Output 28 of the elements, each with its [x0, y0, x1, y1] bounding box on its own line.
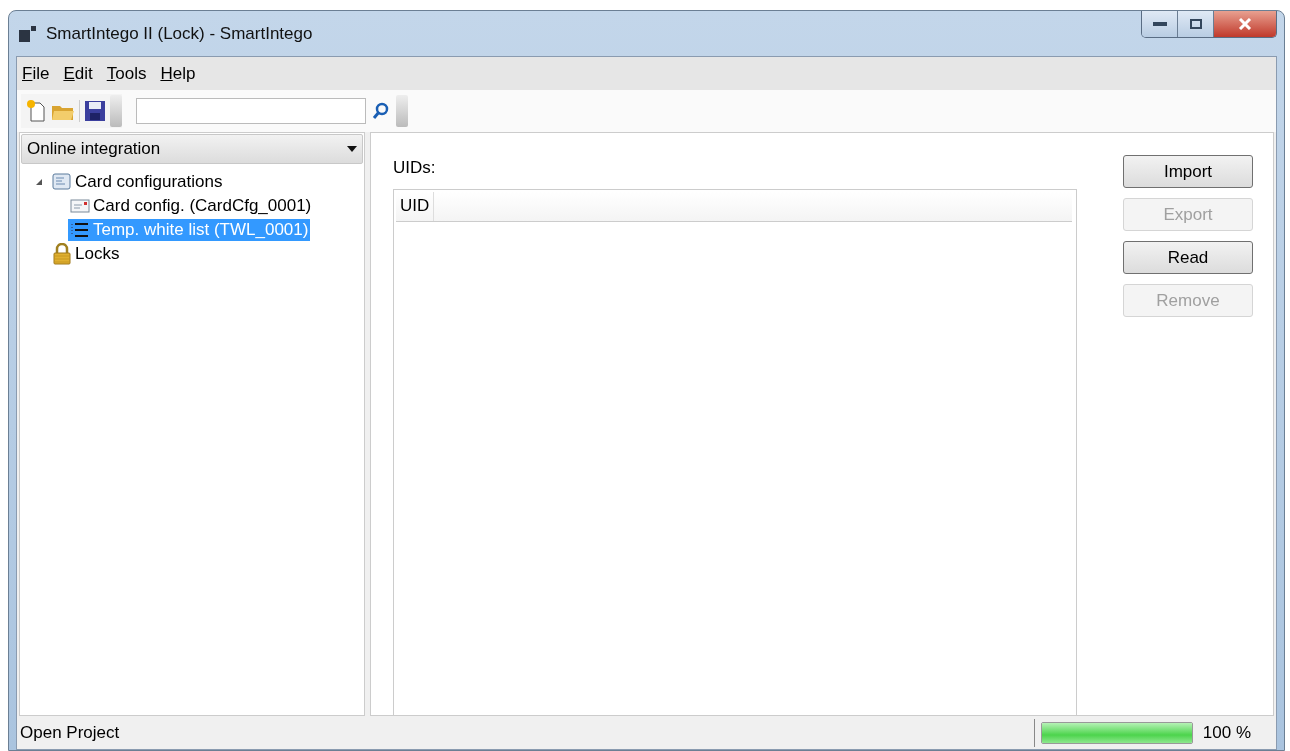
dropdown-arrow-icon [347, 146, 357, 152]
close-button[interactable] [1214, 11, 1276, 37]
search-field[interactable] [136, 98, 366, 124]
card-reader-icon [52, 173, 72, 191]
maximize-button[interactable] [1178, 11, 1214, 37]
padlock-icon [52, 243, 72, 265]
tree-item[interactable]: Card config. (CardCfg_0001) [68, 195, 314, 217]
tree-item[interactable]: Locks [50, 243, 122, 265]
action-button[interactable]: Read [1123, 241, 1253, 274]
column-header[interactable]: UID [396, 191, 435, 221]
menu-item[interactable]: Help [160, 60, 196, 87]
category-dropdown[interactable]: Online integration [21, 134, 363, 164]
menu-item[interactable]: File [22, 60, 50, 87]
close-icon [1238, 18, 1252, 30]
menu-item[interactable]: Tools [106, 60, 147, 87]
card-icon [70, 198, 90, 214]
app-icon [18, 23, 38, 44]
tree-item[interactable]: Card configurations [50, 171, 225, 193]
progress-reading: 100 % [1202, 721, 1251, 744]
list-icon [70, 221, 90, 239]
minimize-button[interactable] [1142, 11, 1178, 37]
save-icon[interactable] [84, 100, 106, 122]
uids-label: UIDs: [393, 157, 437, 179]
status-text: Open Project [20, 721, 120, 744]
menu-item[interactable]: Edit [63, 60, 93, 87]
window-title: SmartIntego II (Lock) - SmartIntego [46, 22, 313, 45]
search-icon[interactable] [372, 102, 390, 120]
action-button[interactable]: Import [1123, 155, 1253, 188]
